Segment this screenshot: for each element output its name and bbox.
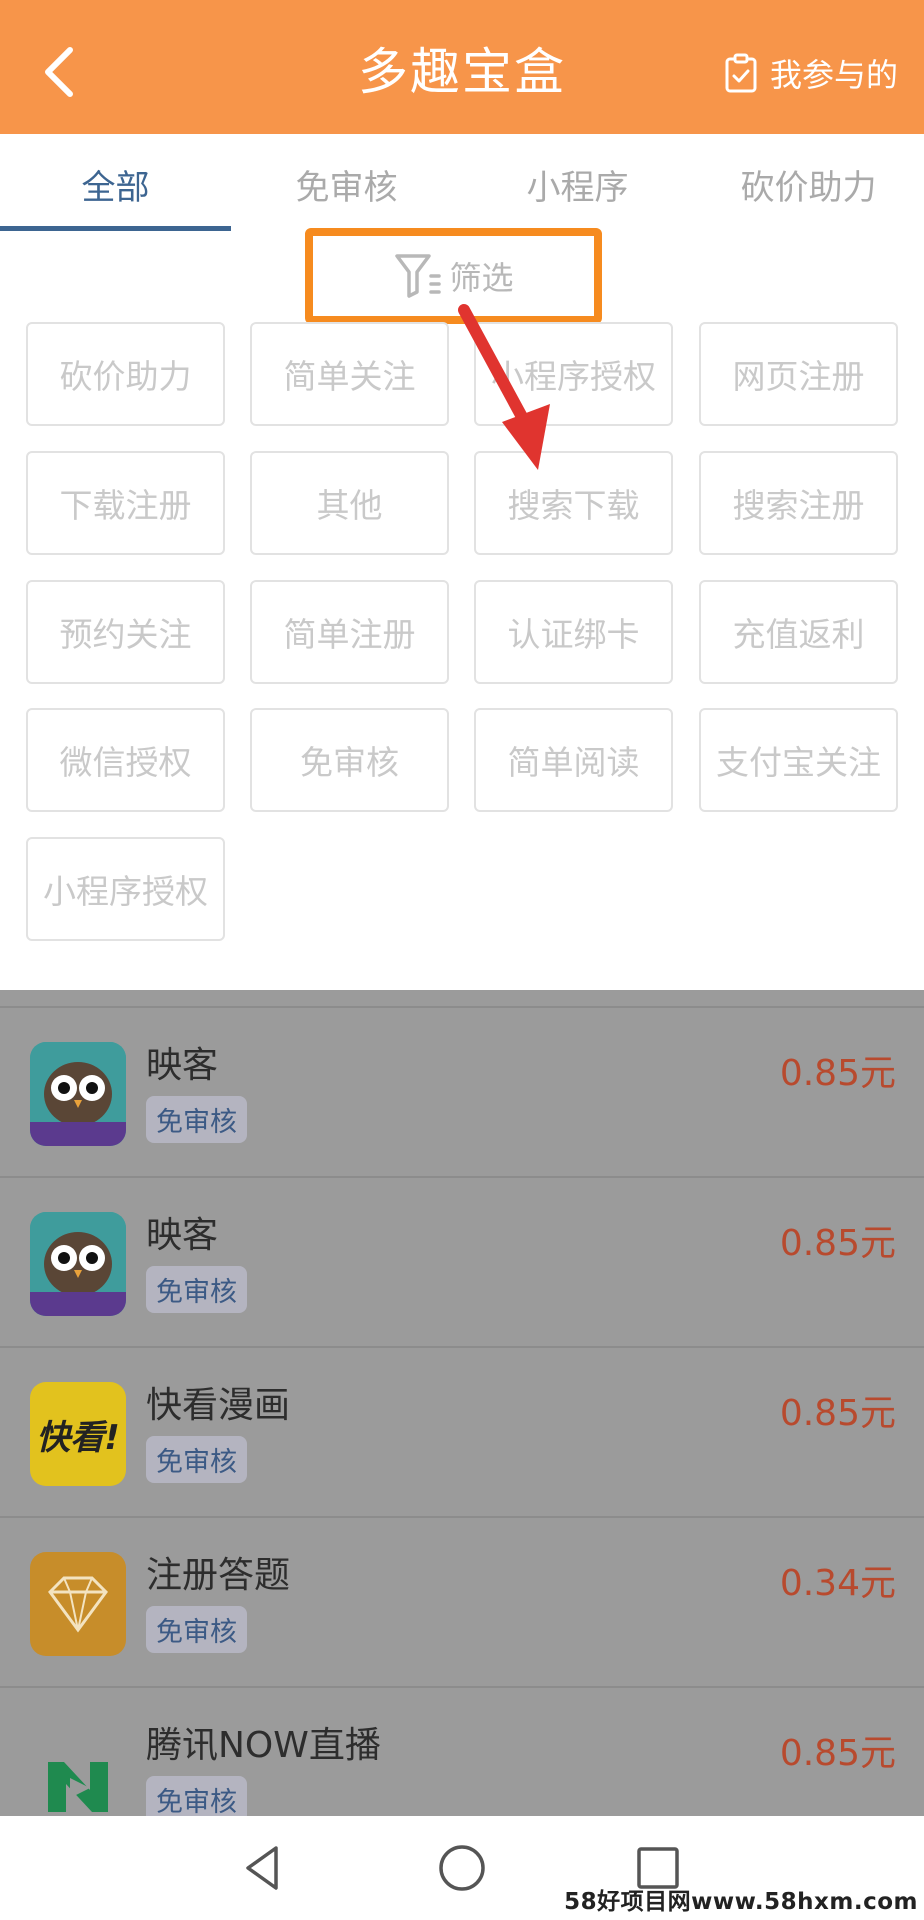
my-participation-button[interactable]: 我参与的 [724,48,898,98]
task-row[interactable]: 映客 免审核 0.85元 [0,1176,924,1346]
clipboard-icon [725,53,757,93]
status-badge: 免审核 [146,1776,247,1816]
diamond-app-icon [30,1552,126,1656]
app-header: 多趣宝盒 我参与的 [0,0,924,134]
category-chip[interactable]: 简单关注 [250,322,449,426]
now-app-icon [30,1722,126,1816]
owl-app-icon [30,1042,126,1146]
status-badge: 免审核 [146,1096,247,1143]
category-chip[interactable]: 其他 [250,451,449,555]
status-badge: 免审核 [146,1436,247,1483]
status-badge: 免审核 [146,1266,247,1313]
task-name: 映客 [146,1215,219,1256]
task-price: 0.34元 [779,1563,896,1604]
task-name: 快看漫画 [146,1385,291,1426]
task-name: 映客 [146,1045,219,1086]
tab-bar: 全部 免审核 小程序 砍价助力 [0,134,924,234]
category-chip[interactable]: 预约关注 [26,580,225,684]
task-price: 0.85元 [779,1393,896,1434]
category-chip[interactable]: 微信授权 [26,708,225,812]
category-chip[interactable]: 网页注册 [699,322,898,426]
tab-bargain[interactable]: 砍价助力 [693,134,924,234]
nav-back-icon[interactable] [236,1840,292,1896]
tab-all[interactable]: 全部 [0,134,231,234]
system-nav-bar: 58好项目网www.58hxm.com [0,1816,924,1920]
task-row[interactable]: 注册答题 免审核 0.34元 [0,1516,924,1686]
status-badge: 免审核 [146,1606,247,1653]
task-list: 映客 免审核 0.85元 映客 免审核 0.85元 快看! 快看漫画 免审核 0… [0,990,924,1816]
tab-mini-program[interactable]: 小程序 [462,134,693,234]
app-screen: 多趣宝盒 我参与的 全部 免审核 小程序 砍价助力 筛选 砍价助力 简单关注 小… [0,0,924,1920]
filter-label: 筛选 [449,259,514,297]
category-chip[interactable]: 充值返利 [699,580,898,684]
category-chip[interactable]: 简单注册 [250,580,449,684]
task-name: 注册答题 [146,1555,291,1596]
category-chip[interactable]: 搜索注册 [699,451,898,555]
owl-app-icon [30,1212,126,1316]
category-chip[interactable]: 小程序授权 [26,837,225,941]
task-row[interactable]: 腾讯NOW直播 免审核 0.85元 [0,1686,924,1816]
task-price: 0.85元 [779,1223,896,1264]
category-chip[interactable]: 简单阅读 [474,708,673,812]
task-name: 腾讯NOW直播 [146,1725,381,1766]
category-chip[interactable]: 支付宝关注 [699,708,898,812]
nav-home-icon[interactable] [434,1840,490,1896]
annotation-arrow-icon [458,304,550,470]
tab-no-review[interactable]: 免审核 [231,134,462,234]
task-row[interactable]: 快看! 快看漫画 免审核 0.85元 [0,1346,924,1516]
filter-icon [395,254,442,298]
my-participation-label: 我参与的 [769,56,898,94]
task-row[interactable]: 映客 免审核 0.85元 [0,1006,924,1176]
task-price: 0.85元 [779,1053,896,1094]
category-chip[interactable]: 认证绑卡 [474,580,673,684]
category-chip[interactable]: 下载注册 [26,451,225,555]
kuaikan-app-icon: 快看! [30,1382,126,1486]
category-chip[interactable]: 砍价助力 [26,322,225,426]
watermark: 58好项目网www.58hxm.com [564,1889,918,1915]
task-price: 0.85元 [779,1733,896,1774]
category-chip[interactable]: 免审核 [250,708,449,812]
